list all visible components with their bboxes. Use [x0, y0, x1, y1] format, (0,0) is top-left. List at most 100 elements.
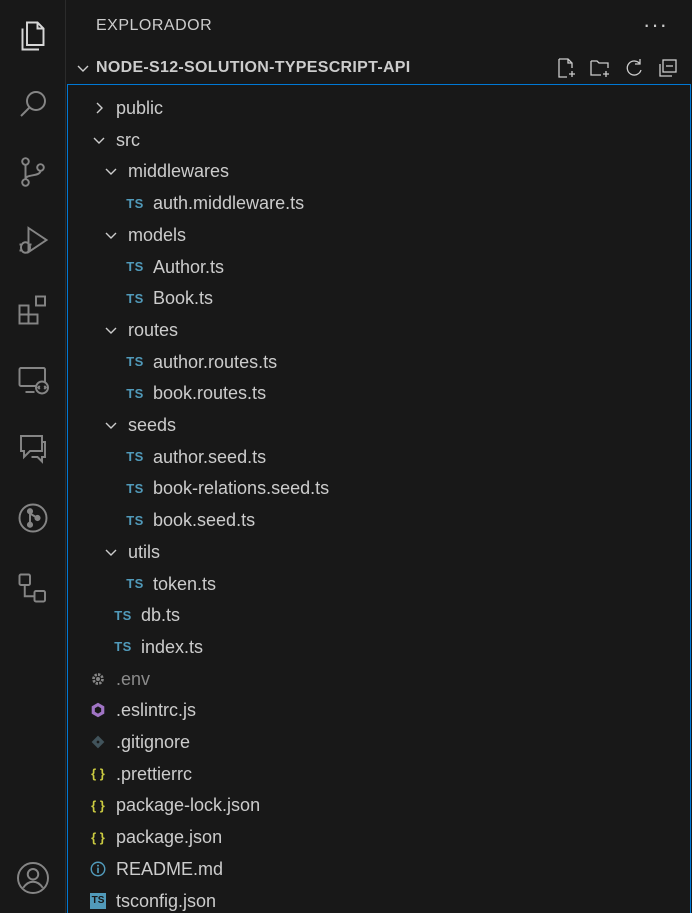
- remote-explorer-icon[interactable]: [13, 360, 53, 400]
- chevron-down-icon: [105, 232, 117, 239]
- chevron-down-icon: [93, 137, 105, 144]
- extensions-icon[interactable]: [13, 290, 53, 330]
- explorer-icon[interactable]: [13, 16, 53, 56]
- eslint-icon: [88, 700, 108, 720]
- tree-file[interactable]: .env: [68, 664, 690, 695]
- tree-item-label: README.md: [116, 858, 224, 879]
- tree-file[interactable]: { } package-lock.json: [68, 790, 690, 821]
- account-icon[interactable]: [13, 858, 53, 898]
- typescript-file-icon: TS: [126, 259, 144, 274]
- tree-item-label: token.ts: [153, 573, 217, 594]
- typescript-file-icon: TS: [126, 354, 144, 370]
- tree-item-label: tsconfig.json: [116, 890, 217, 911]
- tree-file[interactable]: TS Book.ts: [68, 283, 690, 314]
- chevron-down-icon: [105, 327, 117, 334]
- project-actions: [554, 56, 680, 80]
- tree-file[interactable]: { } package.json: [68, 822, 690, 853]
- new-folder-icon[interactable]: [588, 56, 612, 80]
- tree-file[interactable]: TS auth.middleware.ts: [68, 188, 690, 219]
- tree-item-label: auth.middleware.ts: [153, 193, 305, 214]
- tree-item-label: seeds: [128, 415, 177, 435]
- tree-item-label: db.ts: [141, 605, 181, 626]
- typescript-file-icon: TS: [126, 385, 144, 401]
- sidebar-header: EXPLORADOR ···: [67, 0, 692, 52]
- json-file-icon: { }: [91, 797, 105, 813]
- tree-file[interactable]: { } .prettierrc: [68, 759, 690, 790]
- typescript-file-icon: TS: [114, 639, 132, 655]
- tree-file[interactable]: TS Author.ts: [68, 252, 690, 283]
- tree-folder[interactable]: models: [68, 220, 690, 251]
- tree-file[interactable]: TS db.ts: [68, 600, 690, 631]
- tree-item-label: book-relations.seed.ts: [153, 478, 330, 499]
- tree-item-label: author.routes.ts: [153, 351, 278, 372]
- project-header[interactable]: NODE-S12-SOLUTION-TYPESCRIPT-API: [67, 52, 692, 84]
- tree-file[interactable]: .gitignore: [68, 727, 690, 758]
- typescript-file-icon: TS: [114, 607, 132, 623]
- tsconfig-file-icon: TS: [88, 891, 108, 911]
- tree-item-label: models: [128, 224, 187, 245]
- tree-item-label: .prettierrc: [116, 763, 193, 784]
- chevron-down-icon: [105, 422, 117, 429]
- tree-item-label: src: [116, 129, 140, 150]
- typescript-file-icon: TS: [126, 576, 144, 591]
- tree-item-label: package.json: [116, 827, 223, 848]
- tree-item-label: Author.ts: [153, 256, 225, 277]
- tree-file[interactable]: README.md: [68, 854, 690, 885]
- tree-folder[interactable]: public: [68, 93, 690, 124]
- tree-file[interactable]: TS book-relations.seed.ts: [68, 473, 690, 504]
- chevron-down-icon: [105, 168, 117, 176]
- refresh-icon[interactable]: [622, 56, 646, 80]
- database-icon[interactable]: [13, 568, 53, 608]
- collapse-all-icon[interactable]: [656, 56, 680, 80]
- tree-item-label: .gitignore: [116, 732, 191, 752]
- info-icon: [88, 859, 108, 879]
- chevron-down-icon: [77, 65, 89, 72]
- tree-folder[interactable]: src: [68, 125, 690, 156]
- tree-item-label: .eslintrc.js: [116, 700, 197, 721]
- json-file-icon: { }: [91, 766, 105, 782]
- comments-icon[interactable]: [13, 428, 53, 468]
- typescript-file-icon: TS: [126, 480, 144, 496]
- tree-item-label: public: [116, 98, 164, 118]
- tree-folder[interactable]: routes: [68, 315, 690, 346]
- tree-folder[interactable]: seeds: [68, 410, 690, 441]
- file-tree[interactable]: public src middlewares TS auth.middleware.ts…: [67, 84, 691, 913]
- tree-file[interactable]: TS token.ts: [68, 569, 690, 600]
- tree-item-label: book.seed.ts: [153, 510, 256, 531]
- tree-item-label: package-lock.json: [116, 795, 261, 816]
- tree-item-label: book.routes.ts: [153, 383, 267, 404]
- project-title: NODE-S12-SOLUTION-TYPESCRIPT-API: [96, 59, 411, 76]
- git-graph-icon[interactable]: [13, 498, 53, 538]
- typescript-file-icon: TS: [126, 290, 144, 306]
- tree-file[interactable]: TS book.seed.ts: [68, 505, 690, 536]
- typescript-file-icon: TS: [126, 449, 144, 465]
- gear-icon: [88, 669, 108, 689]
- new-file-icon[interactable]: [554, 56, 578, 80]
- tree-item-label: .env: [116, 668, 151, 689]
- json-file-icon: { }: [91, 829, 105, 845]
- tree-folder[interactable]: middlewares: [68, 156, 690, 187]
- tree-file[interactable]: TS book.routes.ts: [68, 378, 690, 409]
- git-icon: [88, 732, 108, 752]
- tree-item-label: routes: [128, 319, 179, 340]
- chevron-right-icon: [96, 102, 103, 114]
- tree-item-label: author.seed.ts: [153, 446, 267, 467]
- tree-file[interactable]: TS tsconfig.json: [68, 886, 690, 913]
- tree-file[interactable]: .eslintrc.js: [68, 695, 690, 726]
- tree-item-label: utils: [128, 541, 161, 562]
- typescript-file-icon: TS: [126, 512, 144, 528]
- tree-item-label: Book.ts: [153, 288, 214, 309]
- tree-file[interactable]: TS author.seed.ts: [68, 442, 690, 473]
- tree-folder[interactable]: utils: [68, 537, 690, 568]
- sidebar-title: EXPLORADOR: [96, 17, 213, 34]
- search-icon[interactable]: [13, 84, 53, 124]
- chevron-down-icon: [105, 549, 117, 556]
- run-debug-icon[interactable]: [13, 220, 53, 260]
- source-control-icon[interactable]: [13, 152, 53, 192]
- tree-file[interactable]: TS index.ts: [68, 632, 690, 663]
- vscode-window: EXPLORADOR ··· NODE-S12-SOLUTION-TYPESCR…: [0, 0, 692, 913]
- more-actions-icon[interactable]: ···: [643, 12, 668, 38]
- tree-file[interactable]: TS author.routes.ts: [68, 347, 690, 378]
- typescript-file-icon: TS: [126, 195, 144, 211]
- activity-bar: [0, 0, 66, 913]
